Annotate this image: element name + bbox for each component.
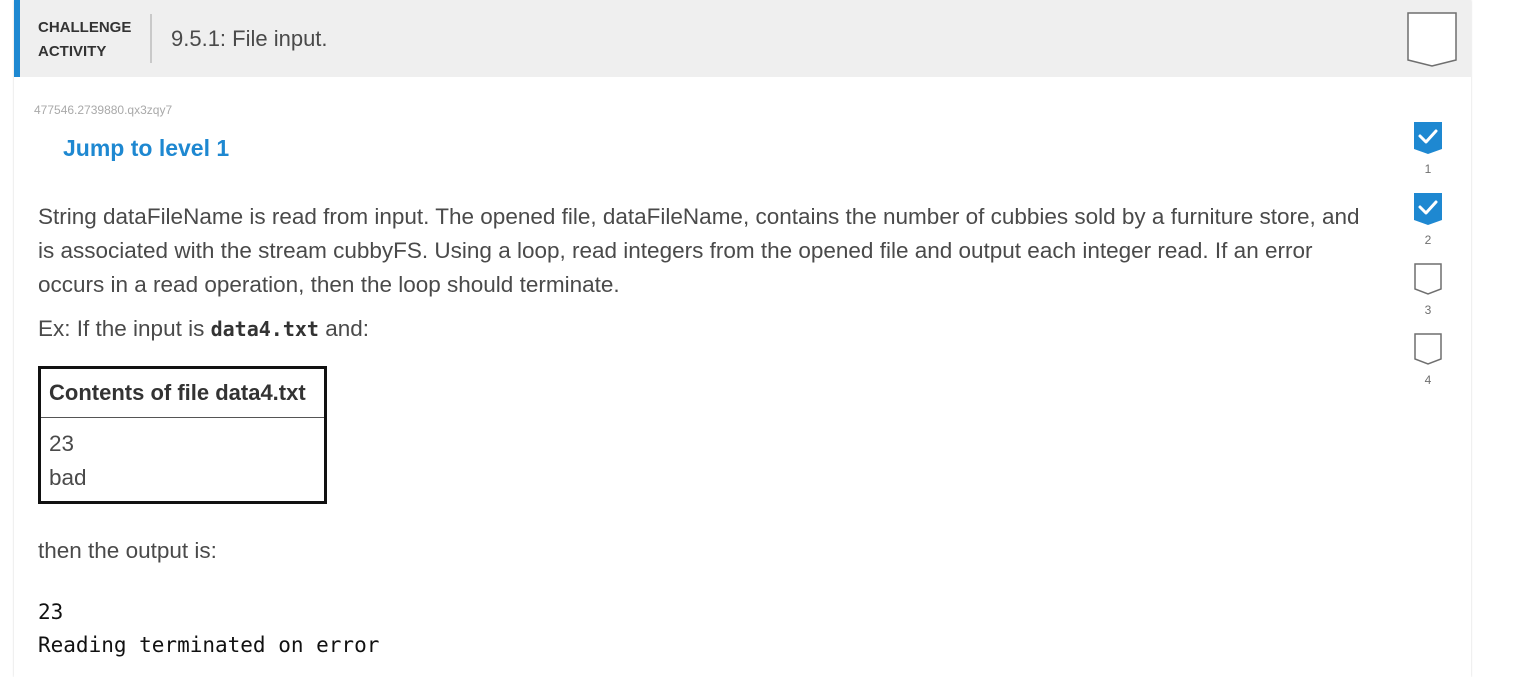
example-filename: data4.txt bbox=[210, 317, 319, 341]
activity-title: 9.5.1: File input. bbox=[171, 26, 328, 51]
level-number: 4 bbox=[1424, 373, 1432, 387]
level-number: 2 bbox=[1424, 233, 1432, 247]
activity-type-line2: ACTIVITY bbox=[38, 43, 107, 60]
challenge-activity-card: CHALLENGE ACTIVITY 9.5.1: File input. 47… bbox=[14, 0, 1471, 677]
level-2-button[interactable]: 2 bbox=[1412, 193, 1444, 253]
empty-shield-icon bbox=[1414, 263, 1442, 295]
example-prefix: Ex: If the input is bbox=[38, 316, 211, 341]
header-accent-bar bbox=[14, 0, 20, 77]
file-contents-table: Contents of file data4.txt 23 bad bbox=[38, 366, 327, 504]
level-number: 1 bbox=[1424, 162, 1432, 176]
empty-shield-icon bbox=[1414, 333, 1442, 365]
output-line: 23 bbox=[38, 600, 64, 624]
activity-type-label: CHALLENGE ACTIVITY bbox=[38, 16, 148, 64]
output-line: Reading terminated on error bbox=[38, 633, 380, 657]
level-3-button[interactable]: 3 bbox=[1412, 263, 1444, 323]
expected-output: 23 Reading terminated on error bbox=[38, 596, 379, 662]
then-output-text: then the output is: bbox=[38, 538, 217, 563]
activity-id: 477546.2739880.qx3zqy7 bbox=[34, 103, 173, 117]
problem-statement: String dataFileName is read from input. … bbox=[38, 204, 1360, 297]
file-table-body: 23 bad bbox=[41, 418, 324, 495]
check-shield-icon bbox=[1414, 122, 1442, 154]
header-divider bbox=[150, 14, 152, 63]
level-1-button[interactable]: 1 bbox=[1412, 122, 1444, 182]
activity-header: CHALLENGE ACTIVITY 9.5.1: File input. bbox=[14, 0, 1471, 77]
activity-type-line1: CHALLENGE bbox=[38, 19, 132, 36]
level-number: 3 bbox=[1424, 303, 1432, 317]
example-suffix: and: bbox=[318, 316, 370, 341]
jump-to-level-link[interactable]: Jump to level 1 bbox=[63, 135, 229, 162]
example-line: Ex: If the input is data4.txt and: bbox=[38, 316, 369, 342]
bookmark-badge-icon bbox=[1407, 12, 1457, 67]
file-line: 23 bbox=[49, 431, 75, 456]
file-line: bad bbox=[49, 465, 87, 490]
level-4-button[interactable]: 4 bbox=[1412, 333, 1444, 393]
check-shield-icon bbox=[1414, 193, 1442, 225]
file-table-header: Contents of file data4.txt bbox=[41, 369, 324, 418]
